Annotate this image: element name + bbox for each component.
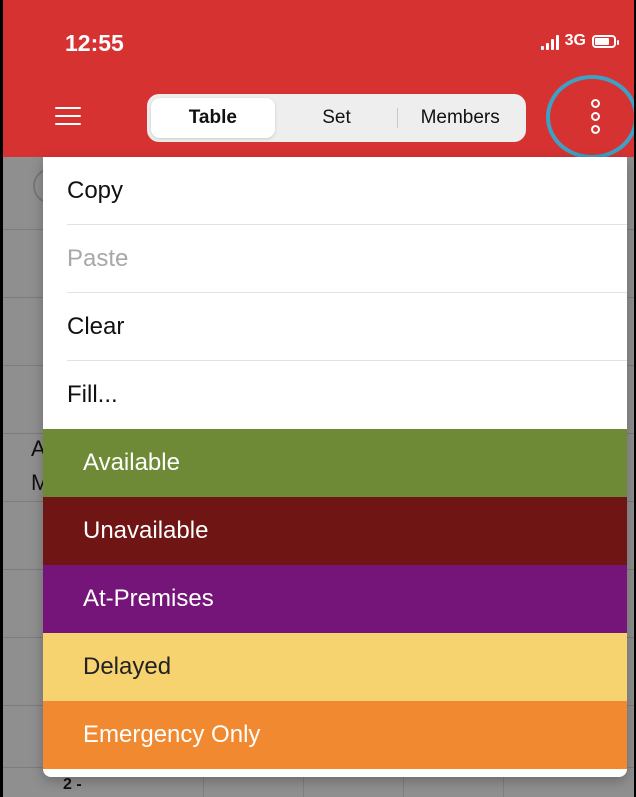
fill-option-at-premises[interactable]: At-Premises [43, 565, 627, 633]
fill-option-delayed[interactable]: Delayed [43, 633, 627, 701]
highlight-ring-annotation [546, 75, 634, 159]
view-segmented-control: Table Set Members [147, 94, 526, 142]
tab-set[interactable]: Set [275, 98, 399, 138]
fill-option-emergency-only[interactable]: Emergency Only [43, 701, 627, 769]
fill-option-unavailable[interactable]: Unavailable [43, 497, 627, 565]
hamburger-icon[interactable] [55, 107, 81, 127]
battery-icon [592, 34, 619, 48]
tab-members[interactable]: Members [398, 98, 522, 138]
network-type: 3G [564, 32, 586, 49]
signal-icon [540, 32, 559, 50]
menu-item-clear[interactable]: Clear [43, 293, 627, 361]
menu-item-fill[interactable]: Fill... [43, 361, 627, 429]
status-indicators: 3G [540, 32, 619, 50]
context-menu: Copy Paste Clear Fill... Available Unava… [43, 157, 627, 777]
menu-item-paste: Paste [43, 225, 627, 293]
tab-table[interactable]: Table [151, 98, 275, 138]
app-frame: A M 2 - 12:55 3G Table Set Members Copy … [0, 0, 636, 797]
status-time: 12:55 [65, 30, 124, 56]
background-row-label: 2 - [63, 776, 82, 793]
fill-option-available[interactable]: Available [43, 429, 627, 497]
menu-item-copy[interactable]: Copy [43, 157, 627, 225]
app-header: 12:55 3G Table Set Members [3, 0, 634, 157]
